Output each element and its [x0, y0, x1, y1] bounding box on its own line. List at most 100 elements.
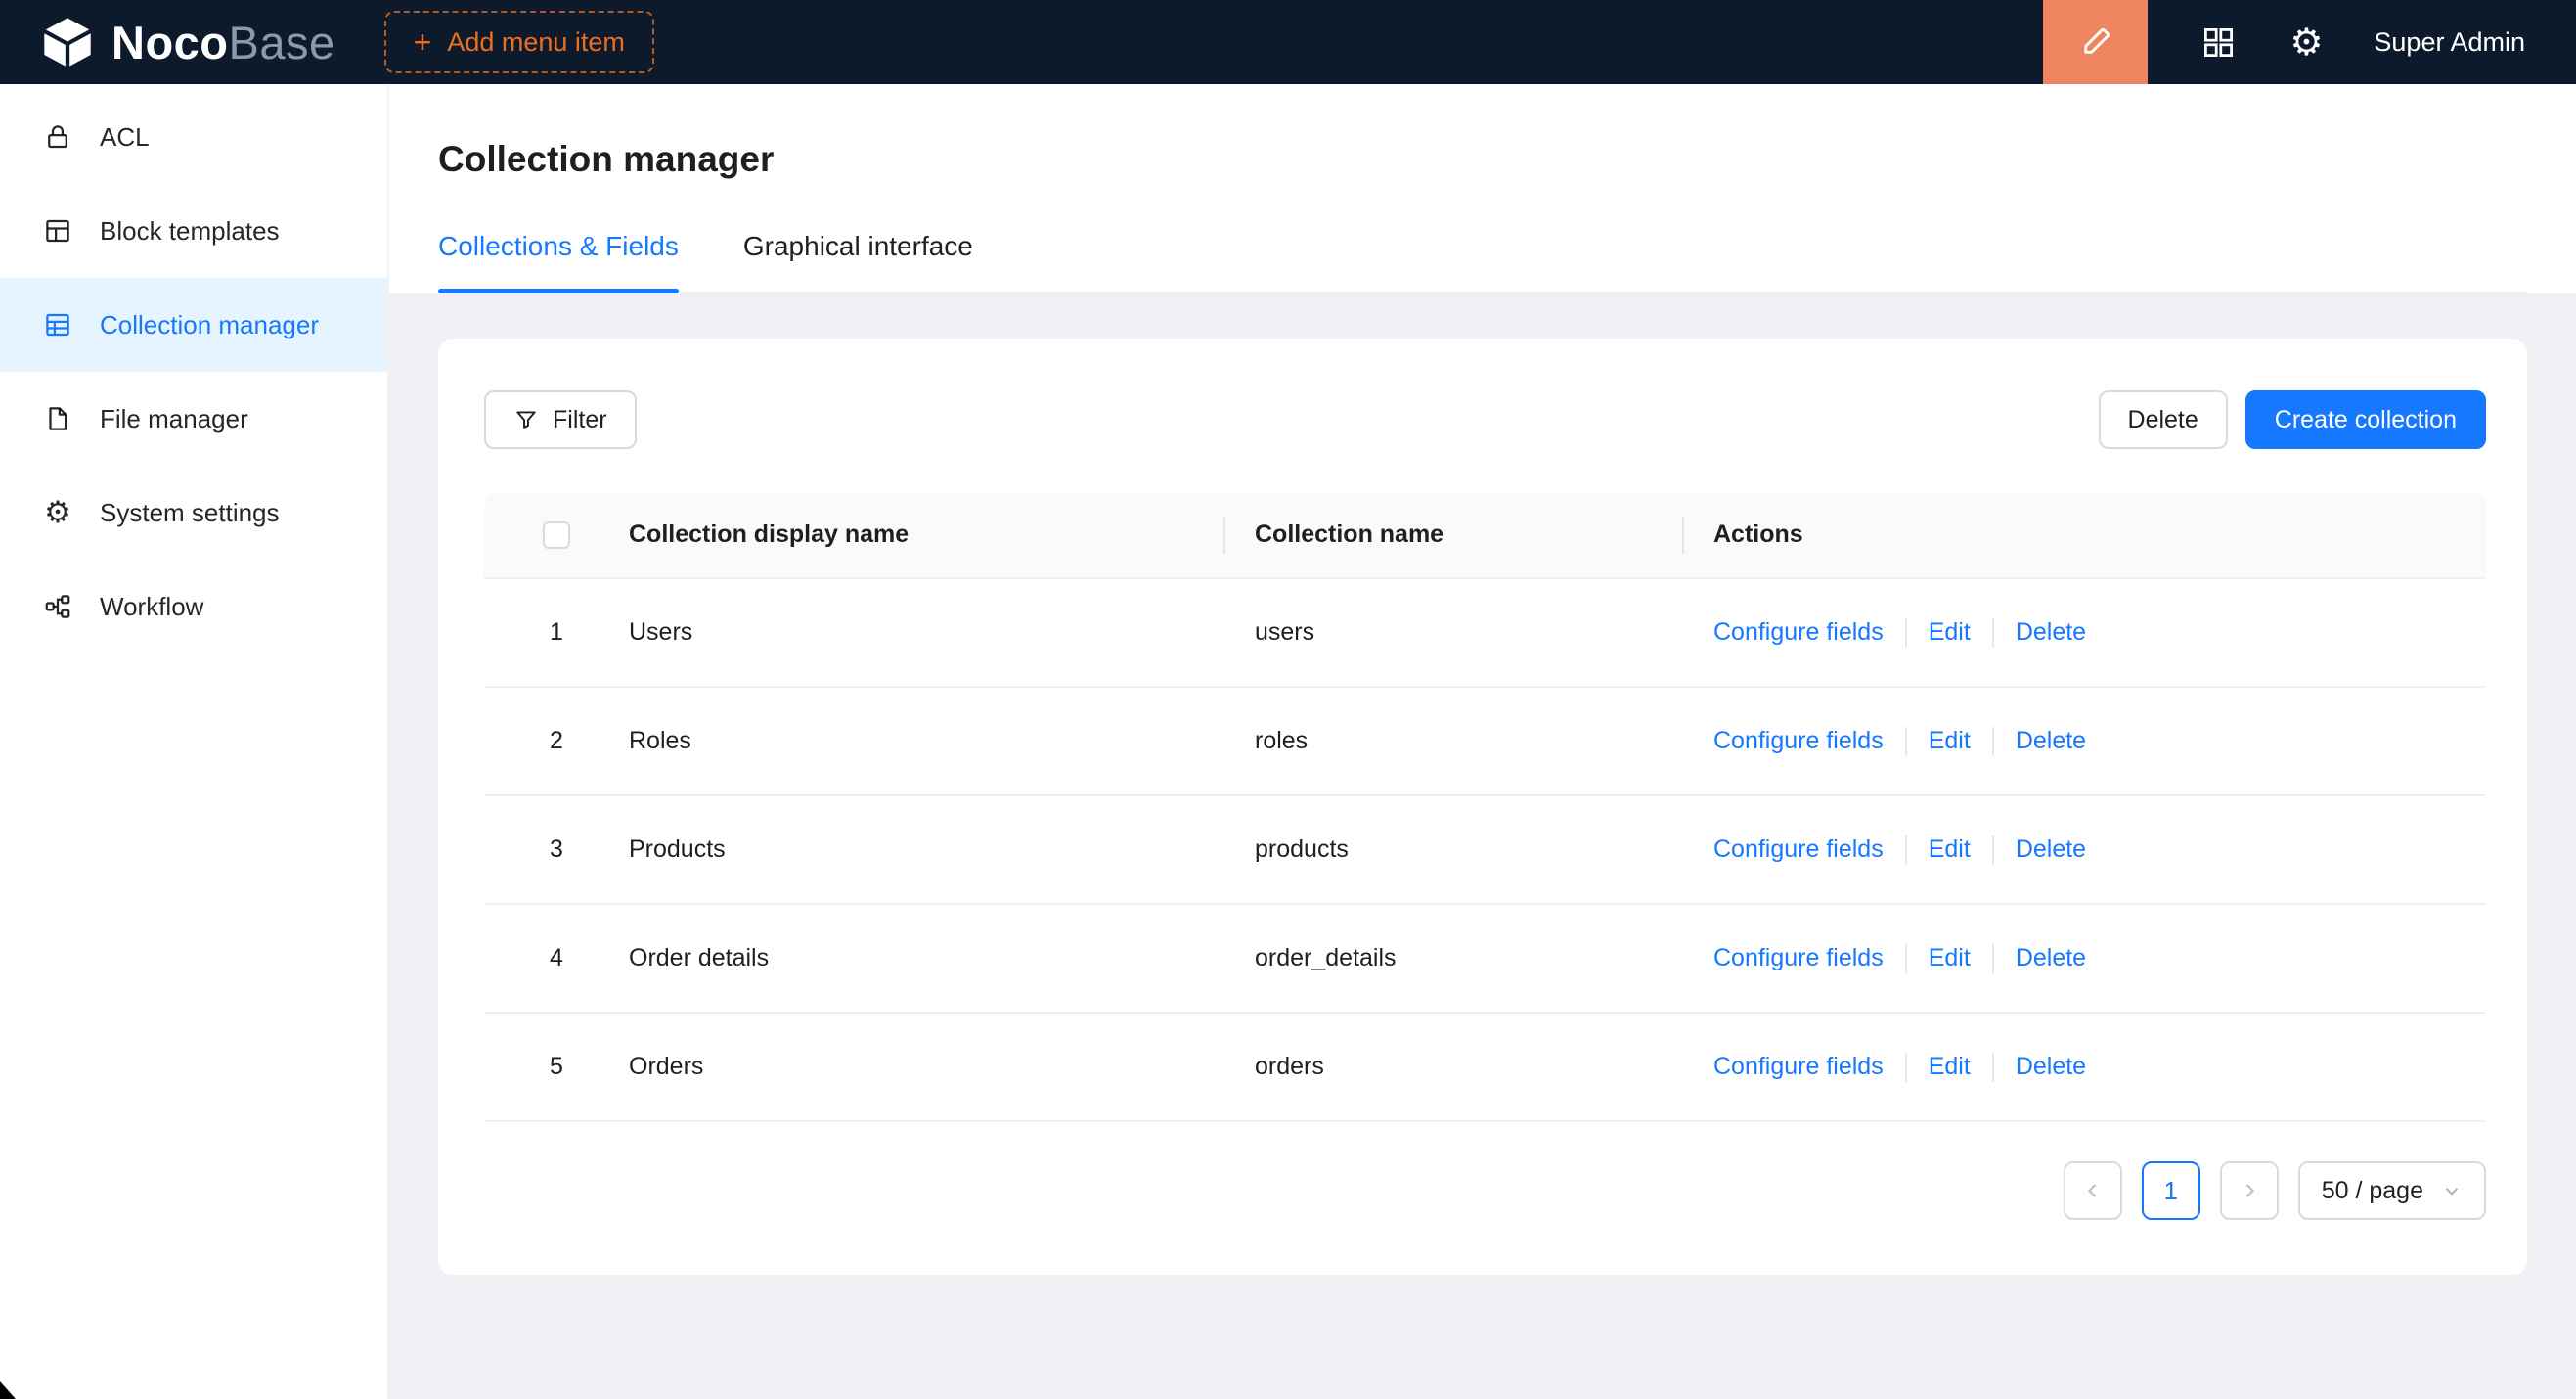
display-name-cell: Order details	[629, 944, 1255, 972]
sidebar-item-system-settings[interactable]: ⚙ System settings	[0, 466, 387, 560]
pagination-next-button[interactable]	[2220, 1161, 2279, 1220]
brand-name-bold: Noco	[111, 17, 229, 68]
row-index-cell: 1	[484, 618, 629, 647]
tab-graphical-interface[interactable]: Graphical interface	[743, 231, 973, 292]
ui-editor-button[interactable]	[2043, 0, 2148, 84]
sidebar-item-file-manager[interactable]: File manager	[0, 372, 387, 466]
pagination-page-1[interactable]: 1	[2142, 1161, 2200, 1220]
filter-button-label: Filter	[553, 406, 607, 434]
workflow-icon	[41, 590, 74, 623]
sidebar-item-block-templates[interactable]: Block templates	[0, 184, 387, 278]
plugins-grid-button[interactable]	[2200, 24, 2237, 61]
sidebar-item-label: System settings	[100, 498, 280, 528]
edit-link[interactable]: Edit	[1929, 835, 1971, 864]
action-divider	[1905, 1053, 1907, 1082]
row-index-cell: 2	[484, 727, 629, 755]
column-header-name: Collection name	[1255, 520, 1713, 549]
edit-link[interactable]: Edit	[1929, 944, 1971, 972]
actions-cell: Configure fields Edit Delete	[1713, 1053, 2486, 1082]
edit-link[interactable]: Edit	[1929, 727, 1971, 755]
collections-table: Collection display name Collection name …	[484, 492, 2486, 1122]
action-divider	[1992, 835, 1994, 865]
pagination: 1 50 / page	[484, 1161, 2486, 1220]
header-actions: ⚙ Super Admin	[2043, 0, 2576, 84]
configure-fields-link[interactable]: Configure fields	[1713, 618, 1884, 647]
action-divider	[1905, 618, 1907, 648]
chevron-left-icon	[2081, 1179, 2105, 1202]
nocobase-logo-icon	[39, 14, 96, 70]
edit-link[interactable]: Edit	[1929, 1053, 1971, 1081]
page-header: Collection manager Collections & Fields …	[389, 84, 2576, 293]
pagination-prev-button[interactable]	[2064, 1161, 2122, 1220]
sidebar-item-collection-manager[interactable]: Collection manager	[0, 278, 387, 372]
sidebar-item-acl[interactable]: ACL	[0, 90, 387, 184]
collection-name-cell: products	[1255, 835, 1713, 864]
file-icon	[41, 402, 74, 435]
brand-name-light: Base	[229, 17, 335, 68]
filter-button[interactable]: Filter	[484, 390, 637, 449]
table-row: 5 Orders orders Configure fields Edit De…	[484, 1014, 2486, 1122]
card-toolbar: Filter Delete Create collection	[484, 390, 2486, 449]
configure-fields-link[interactable]: Configure fields	[1713, 835, 1884, 864]
delete-button-label: Delete	[2128, 406, 2198, 434]
sidebar: ACL Block templates Coll	[0, 84, 389, 1399]
table-row: 2 Roles roles Configure fields Edit Dele…	[484, 688, 2486, 796]
configure-fields-link[interactable]: Configure fields	[1713, 727, 1884, 755]
collection-name-cell: users	[1255, 618, 1713, 647]
table-row: 4 Order details order_details Configure …	[484, 905, 2486, 1014]
collection-name-cell: roles	[1255, 727, 1713, 755]
content-area: Filter Delete Create collection	[389, 293, 2576, 1399]
sidebar-item-label: Workflow	[100, 592, 203, 622]
delete-button[interactable]: Delete	[2099, 390, 2228, 449]
add-menu-item-button[interactable]: + Add menu item	[384, 11, 654, 73]
page-size-select[interactable]: 50 / page	[2298, 1161, 2486, 1220]
lock-icon	[41, 120, 74, 154]
main-area: Collection manager Collections & Fields …	[389, 84, 2576, 1399]
create-collection-button[interactable]: Create collection	[2245, 390, 2486, 449]
sidebar-item-label: Block templates	[100, 216, 280, 247]
current-user[interactable]: Super Admin	[2374, 27, 2525, 58]
display-name-cell: Roles	[629, 727, 1255, 755]
sidebar-item-workflow[interactable]: Workflow	[0, 560, 387, 654]
tab-collections-fields[interactable]: Collections & Fields	[438, 231, 679, 292]
delete-link[interactable]: Delete	[2016, 1053, 2086, 1081]
delete-link[interactable]: Delete	[2016, 944, 2086, 972]
chevron-down-icon	[2441, 1180, 2463, 1201]
collection-name-cell: order_details	[1255, 944, 1713, 972]
collection-name-cell: orders	[1255, 1053, 1713, 1081]
display-name-cell: Orders	[629, 1053, 1255, 1081]
settings-gear-button[interactable]: ⚙	[2289, 23, 2323, 61]
configure-fields-link[interactable]: Configure fields	[1713, 1053, 1884, 1081]
row-index: 5	[550, 1053, 563, 1081]
action-divider	[1992, 944, 1994, 973]
actions-cell: Configure fields Edit Delete	[1713, 835, 2486, 865]
highlighter-pen-icon	[2077, 23, 2114, 61]
edit-link[interactable]: Edit	[1929, 618, 1971, 647]
sidebar-item-label: Collection manager	[100, 310, 319, 340]
table-row: 1 Users users Configure fields Edit Dele…	[484, 579, 2486, 688]
brand-logo: NocoBase	[39, 14, 335, 70]
table-body: 1 Users users Configure fields Edit Dele…	[484, 579, 2486, 1122]
layout-icon	[41, 214, 74, 248]
app-root: NocoBase + Add menu item ⚙	[0, 0, 2576, 1399]
delete-link[interactable]: Delete	[2016, 835, 2086, 864]
row-index: 2	[550, 727, 563, 755]
actions-cell: Configure fields Edit Delete	[1713, 944, 2486, 973]
select-all-checkbox[interactable]	[543, 521, 570, 549]
action-divider	[1992, 727, 1994, 756]
delete-link[interactable]: Delete	[2016, 727, 2086, 755]
select-all-cell	[484, 521, 629, 549]
row-index-cell: 5	[484, 1053, 629, 1081]
funnel-icon	[513, 407, 539, 432]
table-header-row: Collection display name Collection name …	[484, 492, 2486, 579]
sidebar-item-label: ACL	[100, 122, 150, 153]
plus-icon: +	[414, 26, 432, 58]
tabs-bar: Collections & Fields Graphical interface	[438, 231, 2527, 293]
row-index: 1	[550, 618, 563, 647]
column-header-actions: Actions	[1713, 520, 2486, 549]
add-menu-item-label: Add menu item	[447, 27, 625, 58]
configure-fields-link[interactable]: Configure fields	[1713, 944, 1884, 972]
delete-link[interactable]: Delete	[2016, 618, 2086, 647]
brand-name: NocoBase	[111, 16, 335, 69]
page-title: Collection manager	[438, 137, 2527, 182]
